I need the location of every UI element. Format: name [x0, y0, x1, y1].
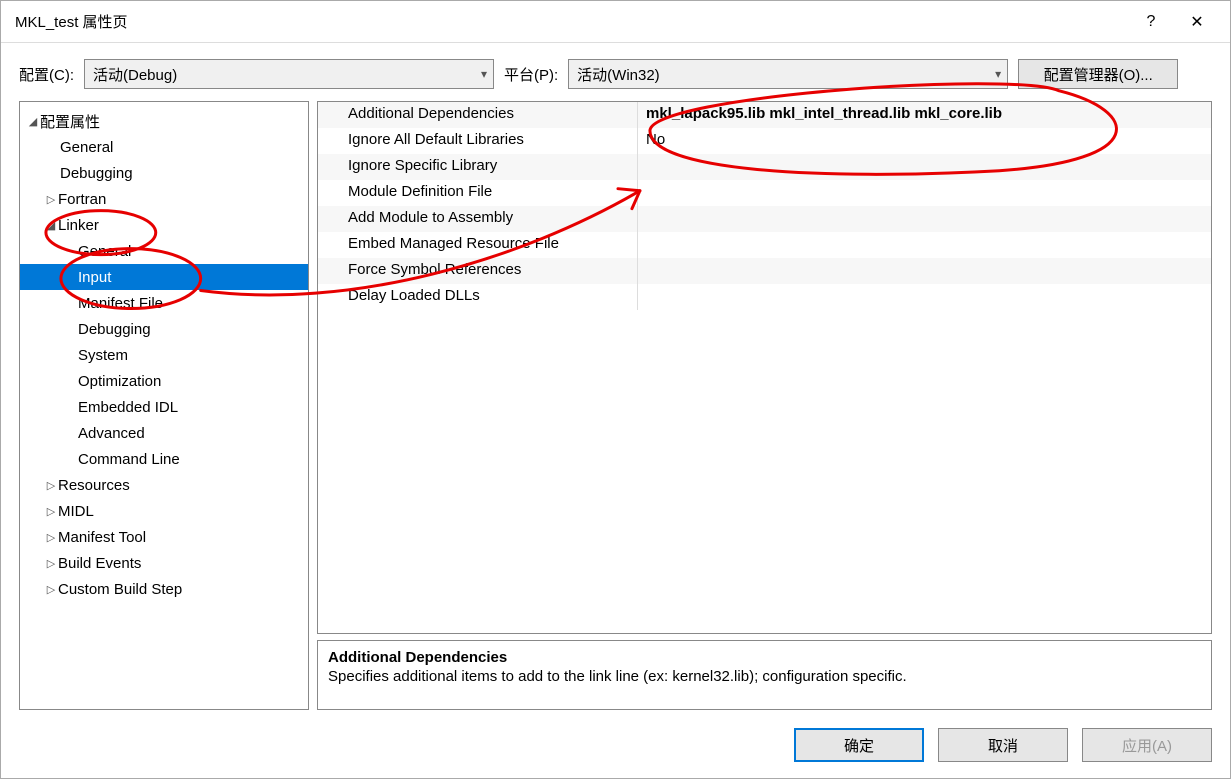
grid-value[interactable] [638, 206, 1211, 232]
grid-label: Force Symbol References [318, 258, 638, 284]
tree-item-linker-advanced[interactable]: Advanced [20, 420, 308, 446]
tree-item-midl[interactable]: ▷ MIDL [20, 498, 308, 524]
grid-label: Ignore All Default Libraries [318, 128, 638, 154]
config-manager-button[interactable]: 配置管理器(O)... [1018, 59, 1178, 89]
grid-value[interactable]: No [638, 128, 1211, 154]
content-area: ◢ 配置属性 General Debugging ▷ Fortran ◢ Lin… [1, 101, 1230, 716]
description-body: Specifies additional items to add to the… [328, 668, 1201, 685]
help-button[interactable]: ? [1128, 6, 1174, 38]
collapse-arrow-icon: ▷ [44, 505, 58, 518]
tree-root-config-properties[interactable]: ◢ 配置属性 [20, 108, 308, 134]
config-label: 配置(C): [19, 64, 74, 85]
tree-item-linker[interactable]: ◢ Linker [20, 212, 308, 238]
tree-item-fortran[interactable]: ▷ Fortran [20, 186, 308, 212]
property-grid[interactable]: Additional Dependencies mkl_lapack95.lib… [317, 101, 1212, 634]
tree-label: Custom Build Step [58, 581, 182, 598]
tree-item-linker-debugging[interactable]: Debugging [20, 316, 308, 342]
dialog-buttons: 确定 取消 应用(A) [1, 716, 1230, 778]
category-tree[interactable]: ◢ 配置属性 General Debugging ▷ Fortran ◢ Lin… [19, 101, 309, 710]
grid-value[interactable] [638, 232, 1211, 258]
collapse-arrow-icon: ▷ [44, 557, 58, 570]
grid-value[interactable]: mkl_lapack95.lib mkl_intel_thread.lib mk… [638, 102, 1211, 128]
config-combo[interactable]: 活动(Debug) ▾ [84, 59, 494, 89]
grid-label: Add Module to Assembly [318, 206, 638, 232]
platform-combo[interactable]: 活动(Win32) ▾ [568, 59, 1008, 89]
grid-value[interactable] [638, 284, 1211, 310]
window-title: MKL_test 属性页 [11, 11, 1128, 32]
grid-row-module-definition-file[interactable]: Module Definition File [318, 180, 1211, 206]
tree-label: Advanced [78, 425, 145, 442]
tree-item-linker-system[interactable]: System [20, 342, 308, 368]
tree-label: MIDL [58, 503, 94, 520]
collapse-arrow-icon: ▷ [44, 531, 58, 544]
config-bar: 配置(C): 活动(Debug) ▾ 平台(P): 活动(Win32) ▾ 配置… [1, 43, 1230, 101]
grid-value[interactable] [638, 180, 1211, 206]
collapse-arrow-icon: ▷ [44, 583, 58, 596]
grid-label: Embed Managed Resource File [318, 232, 638, 258]
grid-row-force-symbol-references[interactable]: Force Symbol References [318, 258, 1211, 284]
close-button[interactable]: ✕ [1174, 6, 1220, 38]
tree-item-general[interactable]: General [20, 134, 308, 160]
grid-value[interactable] [638, 258, 1211, 284]
tree-label: Resources [58, 477, 130, 494]
tree-item-debugging[interactable]: Debugging [20, 160, 308, 186]
collapse-arrow-icon: ▷ [44, 479, 58, 492]
grid-label: Module Definition File [318, 180, 638, 206]
tree-label: General [78, 243, 131, 260]
tree-item-linker-optimization[interactable]: Optimization [20, 368, 308, 394]
grid-label: Ignore Specific Library [318, 154, 638, 180]
grid-row-additional-dependencies[interactable]: Additional Dependencies mkl_lapack95.lib… [318, 102, 1211, 128]
expand-arrow-icon: ◢ [44, 219, 58, 232]
tree-label: Linker [58, 217, 99, 234]
apply-button: 应用(A) [1082, 728, 1212, 762]
tree-label: Manifest Tool [58, 529, 146, 546]
tree-item-build-events[interactable]: ▷ Build Events [20, 550, 308, 576]
grid-row-ignore-specific-library[interactable]: Ignore Specific Library [318, 154, 1211, 180]
tree-item-linker-manifest-file[interactable]: Manifest File [20, 290, 308, 316]
tree-label: Manifest File [78, 295, 163, 312]
tree-label: 配置属性 [40, 111, 100, 132]
grid-row-embed-managed-resource-file[interactable]: Embed Managed Resource File [318, 232, 1211, 258]
tree-label: Debugging [60, 165, 133, 182]
tree-item-linker-input[interactable]: Input [20, 264, 308, 290]
tree-label: Fortran [58, 191, 106, 208]
tree-item-linker-embedded-idl[interactable]: Embedded IDL [20, 394, 308, 420]
grid-value[interactable] [638, 154, 1211, 180]
description-title: Additional Dependencies [328, 649, 1201, 666]
chevron-down-icon: ▾ [481, 67, 487, 81]
tree-label: Embedded IDL [78, 399, 178, 416]
tree-item-resources[interactable]: ▷ Resources [20, 472, 308, 498]
collapse-arrow-icon: ▷ [44, 193, 58, 206]
tree-item-linker-command-line[interactable]: Command Line [20, 446, 308, 472]
expand-arrow-icon: ◢ [26, 115, 40, 128]
platform-label: 平台(P): [504, 64, 558, 85]
tree-label: General [60, 139, 113, 156]
grid-row-delay-loaded-dlls[interactable]: Delay Loaded DLLs [318, 284, 1211, 310]
tree-item-custom-build-step[interactable]: ▷ Custom Build Step [20, 576, 308, 602]
tree-label: Command Line [78, 451, 180, 468]
tree-label: Debugging [78, 321, 151, 338]
tree-label: System [78, 347, 128, 364]
cancel-button[interactable]: 取消 [938, 728, 1068, 762]
grid-label: Additional Dependencies [318, 102, 638, 128]
tree-item-linker-general[interactable]: General [20, 238, 308, 264]
ok-button[interactable]: 确定 [794, 728, 924, 762]
grid-label: Delay Loaded DLLs [318, 284, 638, 310]
tree-label: Input [78, 269, 111, 286]
property-pages-dialog: MKL_test 属性页 ? ✕ 配置(C): 活动(Debug) ▾ 平台(P… [0, 0, 1231, 779]
platform-combo-value: 活动(Win32) [577, 64, 660, 85]
tree-item-manifest-tool[interactable]: ▷ Manifest Tool [20, 524, 308, 550]
chevron-down-icon: ▾ [995, 67, 1001, 81]
grid-row-ignore-all-default-libraries[interactable]: Ignore All Default Libraries No [318, 128, 1211, 154]
config-combo-value: 活动(Debug) [93, 64, 177, 85]
tree-label: Optimization [78, 373, 161, 390]
description-panel: Additional Dependencies Specifies additi… [317, 640, 1212, 710]
grid-row-add-module-to-assembly[interactable]: Add Module to Assembly [318, 206, 1211, 232]
tree-label: Build Events [58, 555, 141, 572]
titlebar: MKL_test 属性页 ? ✕ [1, 1, 1230, 43]
property-right-panel: Additional Dependencies mkl_lapack95.lib… [317, 101, 1212, 710]
